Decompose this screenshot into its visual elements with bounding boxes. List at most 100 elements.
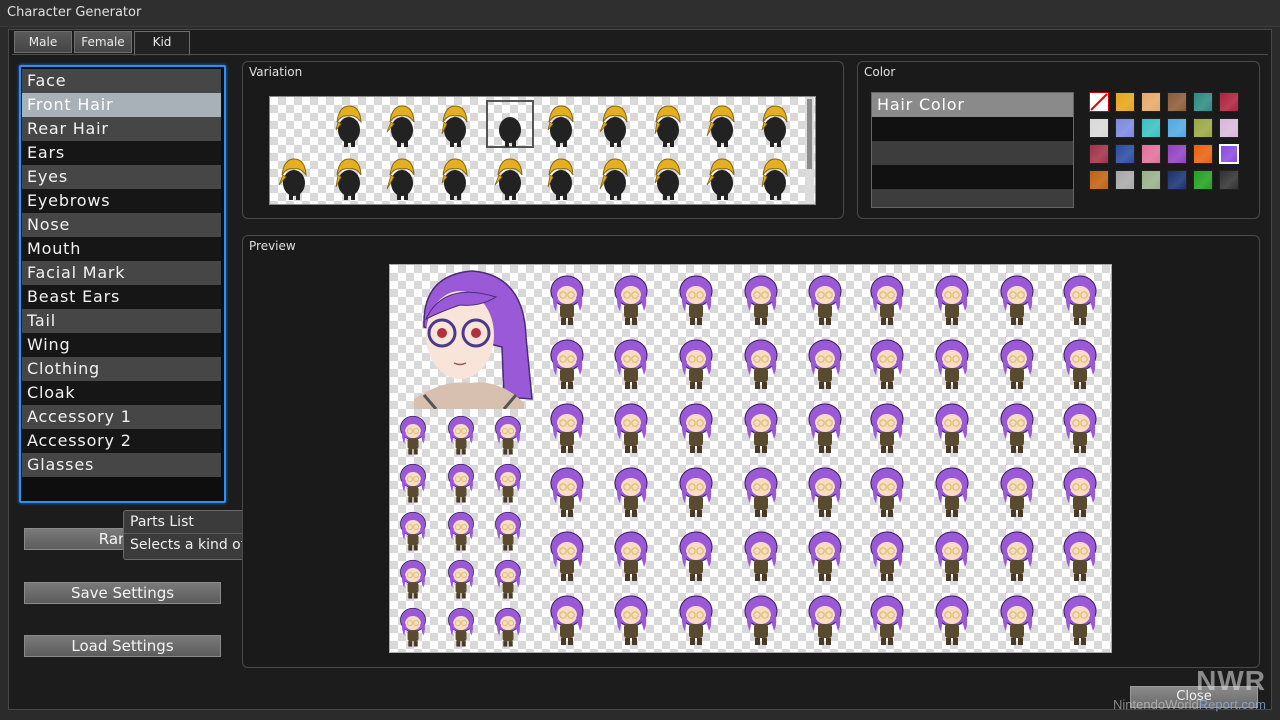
hair-variation-item[interactable] — [702, 153, 742, 201]
parts-list-item[interactable]: Cloak — [22, 381, 221, 405]
color-swatch[interactable] — [1193, 144, 1213, 164]
hair-variation-item[interactable] — [755, 100, 795, 148]
hair-variation-item[interactable] — [274, 153, 314, 201]
parts-list-item[interactable]: Accessory 1 — [22, 405, 221, 429]
hair-variation-item[interactable] — [595, 100, 635, 148]
preview-sprite — [1057, 463, 1103, 521]
color-swatch[interactable] — [1167, 170, 1187, 190]
color-swatch[interactable] — [1219, 170, 1239, 190]
preview-sprite — [802, 591, 848, 649]
color-swatch[interactable] — [1219, 92, 1239, 112]
color-swatch[interactable] — [1115, 170, 1135, 190]
preview-sprite — [395, 508, 431, 554]
preview-sprite — [802, 335, 848, 393]
parts-list-item[interactable]: Facial Mark — [22, 261, 221, 285]
parts-list-item[interactable]: Face — [22, 69, 221, 93]
parts-list-item[interactable]: Wing — [22, 333, 221, 357]
preview-sprite — [673, 527, 719, 585]
color-swatch-grid — [1087, 90, 1244, 195]
preview-sprite — [864, 591, 910, 649]
parts-list-item[interactable]: Eyebrows — [22, 189, 221, 213]
variation-scrollbar[interactable] — [805, 97, 814, 204]
color-list-row — [872, 189, 1073, 207]
color-swatch[interactable] — [1089, 118, 1109, 138]
hair-variation-item[interactable] — [435, 153, 475, 201]
preview-sprite — [608, 591, 654, 649]
color-swatch[interactable] — [1089, 92, 1109, 112]
color-swatch[interactable] — [1141, 144, 1161, 164]
preview-sprite — [443, 412, 479, 458]
hair-variation-item[interactable] — [755, 153, 795, 201]
color-swatch[interactable] — [1115, 92, 1135, 112]
hair-variation-item[interactable] — [490, 153, 530, 201]
save-settings-button[interactable]: Save Settings — [24, 582, 221, 604]
color-item-hair-color[interactable]: Hair Color — [872, 93, 1073, 117]
preview-sprite — [929, 591, 975, 649]
hair-variation-item[interactable] — [382, 100, 422, 148]
preview-sprite — [738, 399, 784, 457]
hair-variation-item[interactable] — [382, 153, 422, 201]
preview-sprite — [802, 527, 848, 585]
color-swatch[interactable] — [1089, 144, 1109, 164]
color-swatch[interactable] — [1141, 170, 1161, 190]
color-list[interactable]: Hair Color — [871, 92, 1074, 208]
parts-list-item[interactable]: Clothing — [22, 357, 221, 381]
hair-variation-item[interactable] — [595, 153, 635, 201]
parts-list-item[interactable]: Nose — [22, 213, 221, 237]
color-swatch[interactable] — [1089, 170, 1109, 190]
parts-list-item[interactable]: Accessory 2 — [22, 429, 221, 453]
preview-sprite — [544, 335, 590, 393]
preview-sprite — [490, 460, 526, 506]
preview-sprite — [802, 271, 848, 329]
color-swatch[interactable] — [1219, 144, 1239, 164]
hair-variation-item[interactable] — [702, 100, 742, 148]
color-swatch[interactable] — [1115, 118, 1135, 138]
color-swatch[interactable] — [1167, 92, 1187, 112]
hair-variation-item[interactable] — [648, 153, 688, 201]
parts-list-item[interactable]: Tail — [22, 309, 221, 333]
preview-sprite — [673, 271, 719, 329]
parts-list-item[interactable]: Ears — [22, 141, 221, 165]
hair-variation-item[interactable] — [329, 100, 369, 148]
color-swatch[interactable] — [1167, 144, 1187, 164]
load-settings-button[interactable]: Load Settings — [24, 635, 221, 657]
preview-sprite — [395, 412, 431, 458]
parts-list[interactable]: Face Front Hair Rear Hair Ears Eyes Eyebrows N… — [19, 65, 226, 503]
parts-list-item[interactable]: Front Hair — [22, 93, 221, 117]
color-list-row — [872, 117, 1073, 141]
color-label: Color — [864, 65, 896, 79]
tab-kid[interactable]: Kid — [134, 31, 190, 56]
hair-variation-item[interactable] — [648, 100, 688, 148]
preview-sprite — [994, 335, 1040, 393]
parts-list-item[interactable]: Glasses — [22, 453, 221, 477]
parts-list-item[interactable]: Rear Hair — [22, 117, 221, 141]
hair-variation-item[interactable] — [490, 100, 530, 148]
preview-sprite — [738, 271, 784, 329]
color-swatch[interactable] — [1167, 118, 1187, 138]
tab-female[interactable]: Female — [74, 31, 132, 53]
preview-sprite — [608, 271, 654, 329]
window-title: Character Generator — [7, 5, 142, 20]
preview-sprite — [864, 463, 910, 521]
color-swatch[interactable] — [1141, 92, 1161, 112]
hair-variation-item[interactable] — [329, 153, 369, 201]
scrollbar-thumb[interactable] — [807, 99, 812, 169]
color-swatch[interactable] — [1219, 118, 1239, 138]
hair-variation-item[interactable] — [541, 153, 581, 201]
preview-sprite — [544, 591, 590, 649]
color-swatch[interactable] — [1193, 118, 1213, 138]
tab-male[interactable]: Male — [14, 31, 72, 53]
preview-sprite — [443, 604, 479, 650]
hair-variation-item[interactable] — [435, 100, 475, 148]
color-swatch[interactable] — [1115, 144, 1135, 164]
hair-variation-item[interactable] — [541, 100, 581, 148]
color-swatch[interactable] — [1193, 170, 1213, 190]
preview-sprite — [490, 412, 526, 458]
color-swatch[interactable] — [1141, 118, 1161, 138]
parts-list-item[interactable]: Eyes — [22, 165, 221, 189]
parts-list-item[interactable]: Mouth — [22, 237, 221, 261]
preview-sprite — [395, 460, 431, 506]
color-swatch[interactable] — [1193, 92, 1213, 112]
parts-list-item[interactable]: Beast Ears — [22, 285, 221, 309]
preview-sprite — [673, 399, 719, 457]
